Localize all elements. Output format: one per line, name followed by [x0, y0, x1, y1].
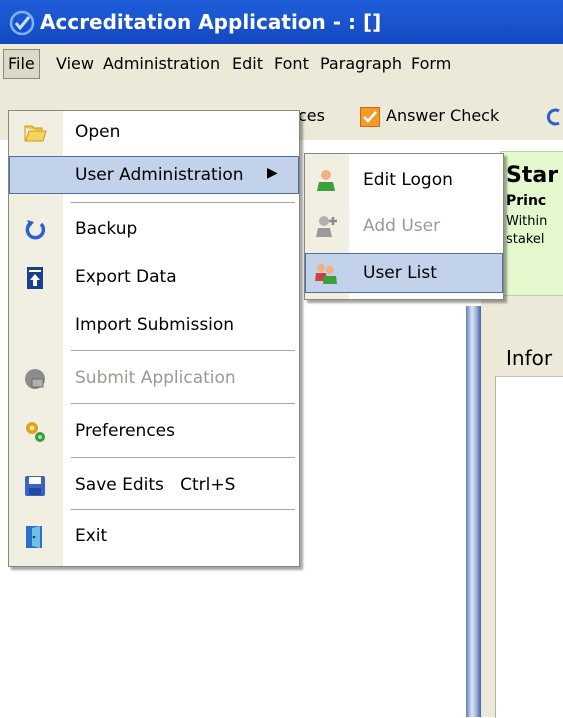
- exit-icon: [26, 526, 42, 548]
- menu-item-save-edits[interactable]: Save Edits Ctrl+S: [9, 466, 299, 504]
- export-icon: [27, 267, 43, 289]
- menu-item-submit-application: Submit Application: [9, 359, 299, 397]
- menu-item-user-administration[interactable]: User Administration ▶: [9, 156, 299, 194]
- toolbar-preferences-partial[interactable]: ces: [298, 106, 325, 125]
- menu-separator: [71, 202, 295, 204]
- menu-bar: File View Administration Edit Font Parag…: [0, 44, 563, 87]
- menu-item-label: Preferences: [75, 421, 175, 441]
- submenu-item-label: Add User: [363, 216, 441, 236]
- answer-check-button[interactable]: Answer Check: [386, 106, 499, 125]
- menu-item-preferences[interactable]: Preferences: [9, 412, 299, 450]
- submenu-item-label: Edit Logon: [363, 170, 453, 190]
- menu-item-label: Export Data: [75, 267, 177, 287]
- menu-administration[interactable]: Administration: [99, 50, 224, 78]
- menu-paragraph[interactable]: Paragraph: [316, 50, 406, 78]
- user-administration-submenu: Edit Logon Add User User List: [304, 153, 504, 300]
- refresh-icon[interactable]: [545, 107, 563, 127]
- menu-item-label: Save Edits Ctrl+S: [75, 475, 236, 495]
- menu-form[interactable]: Form: [407, 50, 455, 78]
- menu-view[interactable]: View: [52, 50, 98, 78]
- submenu-item-edit-logon[interactable]: Edit Logon: [305, 160, 503, 200]
- answer-check-icon[interactable]: [360, 107, 380, 127]
- menu-item-import-submission[interactable]: Import Submission: [9, 306, 299, 344]
- menu-font[interactable]: Font: [270, 50, 313, 78]
- backup-icon: [25, 220, 46, 240]
- menu-item-label: Backup: [75, 219, 138, 239]
- submenu-item-add-user: Add User: [305, 206, 503, 246]
- panel-text-line: stakel: [506, 232, 545, 247]
- menu-item-label: Import Submission: [75, 315, 235, 335]
- preferences-icon: [26, 422, 45, 442]
- add-user-icon: [316, 216, 337, 237]
- app-checkmark-icon: [9, 10, 35, 36]
- menu-file[interactable]: File: [3, 49, 40, 79]
- menu-item-exit[interactable]: Exit: [9, 517, 299, 555]
- menu-separator: [71, 403, 295, 405]
- submit-icon: [25, 369, 45, 389]
- submenu-item-label: User List: [363, 263, 437, 283]
- menu-item-label: User Administration: [75, 165, 244, 185]
- panel-principle: Princ: [506, 193, 547, 209]
- information-label: Infor: [506, 346, 553, 370]
- file-menu-dropdown: Open User Administration ▶ Backup Export…: [8, 110, 300, 567]
- title-bar: Accreditation Application - : []: [0, 0, 563, 44]
- menu-item-label: Exit: [75, 526, 108, 546]
- window-title: Accreditation Application - : []: [40, 10, 382, 34]
- menu-separator: [71, 350, 295, 352]
- submenu-item-user-list[interactable]: User List: [305, 253, 503, 293]
- menu-item-open[interactable]: Open: [9, 113, 299, 151]
- user-icon: [317, 170, 335, 191]
- panel-text-line: Within: [506, 214, 548, 229]
- panel-title: Star: [506, 163, 559, 188]
- users-icon: [315, 264, 337, 284]
- menu-edit[interactable]: Edit: [228, 50, 267, 78]
- folder-icon: [24, 125, 47, 142]
- information-box: [495, 330, 563, 718]
- menu-item-export-data[interactable]: Export Data: [9, 258, 299, 296]
- menu-item-label: Submit Application: [75, 368, 236, 388]
- menu-separator: [71, 509, 295, 511]
- save-icon: [25, 476, 45, 496]
- splitter-bar[interactable]: [466, 306, 481, 717]
- menu-item-backup[interactable]: Backup: [9, 210, 299, 248]
- menu-item-label: Open: [75, 122, 121, 142]
- submenu-arrow-icon: ▶: [267, 165, 278, 181]
- menu-separator: [71, 457, 295, 459]
